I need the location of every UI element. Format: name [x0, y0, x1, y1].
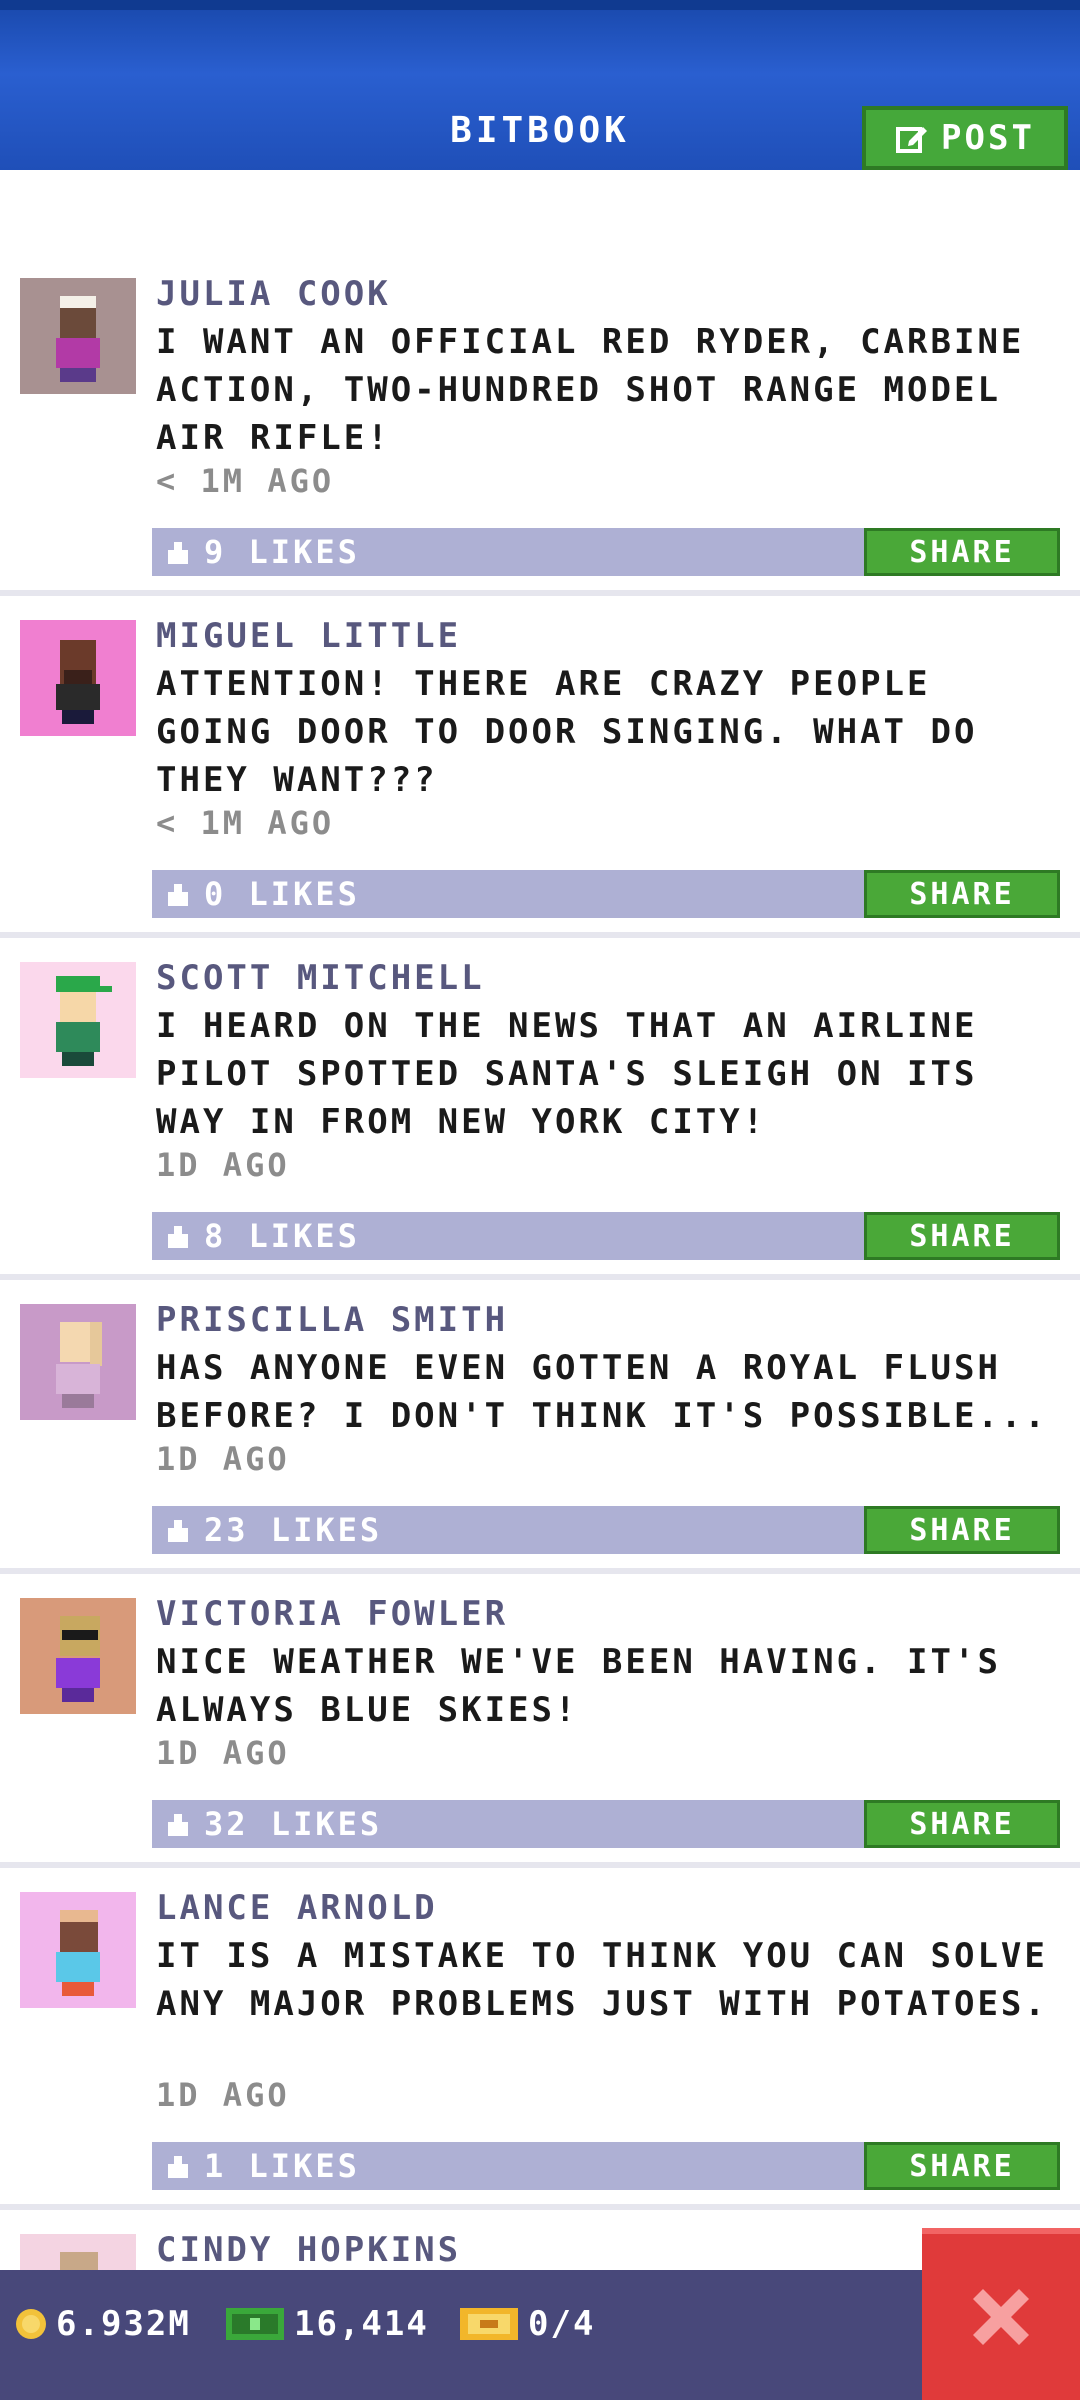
post-divider [0, 1862, 1080, 1868]
edit-icon [896, 127, 928, 153]
share-button[interactable]: SHARE [864, 528, 1060, 576]
post-time: < 1M AGO [156, 462, 335, 500]
likes-bar: 32 LIKES SHARE [152, 1800, 1060, 1848]
likes-bar: 0 LIKES SHARE [152, 870, 1060, 918]
tickets-stat: 0/4 [458, 2304, 595, 2344]
likes-count: 23 LIKES [204, 1511, 383, 1549]
share-button[interactable]: SHARE [864, 2142, 1060, 2190]
feed[interactable]: JULIA COOK I WANT AN OFFICIAL RED RYDER,… [0, 170, 1080, 2270]
post-author[interactable]: PRISCILLA SMITH [156, 1300, 508, 1340]
bux-stat: 16,414 [224, 2304, 429, 2344]
post-author[interactable]: JULIA COOK [156, 274, 391, 314]
share-button[interactable]: SHARE [864, 870, 1060, 918]
likes-bar: 9 LIKES SHARE [152, 528, 1060, 576]
post-divider [0, 932, 1080, 938]
post-button[interactable]: POST [862, 106, 1068, 170]
likes-bar: 23 LIKES SHARE [152, 1506, 1060, 1554]
post-time: 1D AGO [156, 1146, 290, 1184]
post-divider [0, 2204, 1080, 2210]
post-divider [0, 1274, 1080, 1280]
thumbs-up-icon[interactable] [164, 880, 192, 908]
share-button[interactable]: SHARE [864, 1800, 1060, 1848]
avatar [20, 1304, 136, 1420]
post-text: IT IS A MISTAKE TO THINK YOU CAN SOLVE A… [156, 1936, 1048, 2024]
thumbs-up-icon[interactable] [164, 1810, 192, 1838]
post-text: NICE WEATHER WE'VE BEEN HAVING. IT'S ALW… [156, 1642, 1001, 1730]
post-author[interactable]: VICTORIA FOWLER [156, 1594, 508, 1634]
coins-stat: 6.932M [14, 2304, 191, 2344]
post-text: I WANT AN OFFICIAL RED RYDER, CARBINE AC… [156, 322, 1025, 458]
thumbs-up-icon[interactable] [164, 538, 192, 566]
post-divider [0, 1568, 1080, 1574]
post-author[interactable]: MIGUEL LITTLE [156, 616, 461, 656]
post-author[interactable]: SCOTT MITCHELL [156, 958, 485, 998]
post-text: HAS ANYONE EVEN GOTTEN A ROYAL FLUSH BEF… [156, 1348, 1048, 1436]
likes-bar: 8 LIKES SHARE [152, 1212, 1060, 1260]
likes-count: 1 LIKES [204, 2147, 360, 2185]
top-bar: BITBOOK POST [0, 0, 1080, 170]
post-author[interactable]: LANCE ARNOLD [156, 1888, 438, 1928]
avatar [20, 278, 136, 394]
post-button-label: POST [941, 118, 1035, 158]
post-time: 1D AGO [156, 1734, 290, 1772]
post-divider [0, 590, 1080, 596]
close-button[interactable] [922, 2228, 1080, 2400]
likes-count: 9 LIKES [204, 533, 360, 571]
bux-value: 16,414 [294, 2304, 429, 2344]
avatar [20, 620, 136, 736]
bottom-bar: 6.932M 16,414 0/4 [0, 2270, 1080, 2400]
share-button[interactable]: SHARE [864, 1212, 1060, 1260]
coins-value: 6.932M [56, 2304, 191, 2344]
feed-post: JULIA COOK I WANT AN OFFICIAL RED RYDER,… [0, 270, 1080, 576]
thumbs-up-icon[interactable] [164, 1516, 192, 1544]
tickets-value: 0/4 [528, 2304, 596, 2344]
avatar [20, 1598, 136, 1714]
post-text: ATTENTION! THERE ARE CRAZY PEOPLE GOING … [156, 664, 978, 800]
close-icon [973, 2289, 1029, 2345]
post-time: 1D AGO [156, 1440, 290, 1478]
avatar [20, 962, 136, 1078]
avatar [20, 2234, 136, 2270]
likes-count: 32 LIKES [204, 1805, 383, 1843]
ticket-icon [460, 2308, 518, 2340]
post-text: I HEARD ON THE NEWS THAT AN AIRLINE PILO… [156, 1006, 978, 1142]
avatar [20, 1892, 136, 2008]
post-author[interactable]: CINDY HOPKINS [156, 2230, 461, 2270]
likes-count: 0 LIKES [204, 875, 360, 913]
share-button[interactable]: SHARE [864, 1506, 1060, 1554]
thumbs-up-icon[interactable] [164, 1222, 192, 1250]
likes-bar: 1 LIKES SHARE [152, 2142, 1060, 2190]
thumbs-up-icon[interactable] [164, 2152, 192, 2180]
post-time: 1D AGO [156, 2076, 290, 2114]
coin-icon [16, 2309, 46, 2339]
likes-count: 8 LIKES [204, 1217, 360, 1255]
post-time: < 1M AGO [156, 804, 335, 842]
bux-icon [226, 2308, 284, 2340]
